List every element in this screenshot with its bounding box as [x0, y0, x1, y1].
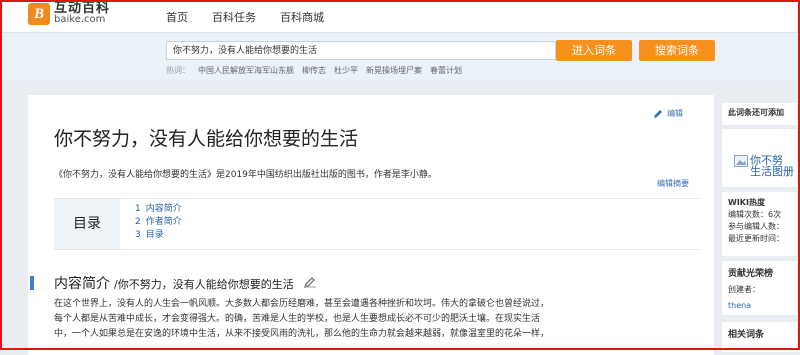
- site-logo[interactable]: B 互动百科 baike.com: [28, 1, 111, 25]
- nav-mall[interactable]: 百科商城: [280, 9, 324, 25]
- toc-item[interactable]: 2 作者简介: [135, 216, 182, 229]
- body-line: 在这个世界上，没有人的人生会一帆风顺。大多数人都会历经磨难，甚至会遭遇各种挫折和…: [54, 299, 550, 309]
- wiki-stat: 参与编辑人数：: [728, 222, 784, 231]
- table-of-contents: 目录 1 内容简介 2 作者简介 3 目录: [54, 198, 699, 250]
- hot-term[interactable]: 柳传志: [302, 65, 326, 76]
- enter-entry-button[interactable]: 进入词条: [556, 40, 632, 61]
- add-hint-box: 此词条还可添加: [722, 103, 800, 125]
- creator-label: 创建者：: [728, 285, 760, 294]
- image-icon: [734, 155, 748, 167]
- logo-domain: baike.com: [54, 14, 106, 25]
- gallery-link[interactable]: 生活图册: [750, 166, 794, 177]
- main-nav: 首页 百科任务 百科商城: [166, 9, 324, 25]
- edit-link[interactable]: 编辑: [653, 108, 683, 119]
- search-entry-button[interactable]: 搜索词条: [639, 40, 715, 61]
- toc-item[interactable]: 1 内容简介: [135, 203, 182, 216]
- hot-term[interactable]: 杜少平: [334, 65, 358, 76]
- wiki-stats-heading: WIKI热度: [728, 198, 765, 207]
- search-input[interactable]: 你不努力，没有人能给你想要的生活: [166, 41, 556, 60]
- nav-tasks[interactable]: 百科任务: [212, 9, 256, 25]
- hot-term[interactable]: 新晃操场埋尸案: [366, 65, 422, 76]
- gallery-box: 你不努 生活图册: [722, 129, 800, 187]
- wiki-stat: 编辑次数：6次: [728, 210, 782, 219]
- body-line: 每个人都是从苦难中成长，才会变得强大。的确，苦难是人生的学校，也是人生要想成长必…: [54, 314, 541, 324]
- contributors-box: 贡献光荣榜 创建者： thena: [722, 261, 800, 315]
- edit-label: 编辑: [667, 109, 683, 118]
- hot-terms: 热词： 中国人民解放军海军山东舰 柳传志 杜少平 新晃操场埋尸案 春蕾计划: [166, 65, 462, 76]
- toc-item[interactable]: 3 目录: [135, 229, 182, 242]
- section-title: 内容简介: [54, 276, 110, 292]
- hot-term[interactable]: 中国人民解放军海军山东舰: [198, 65, 294, 76]
- section-body: 在这个世界上，没有人的人生会一帆风顺。大多数人都会历经磨难，甚至会遭遇各种挫折和…: [54, 297, 699, 342]
- top-bar: B 互动百科 baike.com 首页 百科任务 百科商城: [0, 0, 800, 33]
- page-title: 你不努力，没有人能给你想要的生活: [54, 128, 359, 150]
- logo-icon: B: [28, 3, 50, 25]
- edit-summary-link[interactable]: 编辑摘要: [657, 178, 689, 189]
- pencil-icon[interactable]: [303, 276, 316, 288]
- body-line: 中，一个人如果总是在安逸的环境中生活，从来不接受风雨的洗礼，那么他的生命力就会越…: [54, 329, 550, 339]
- section-heading: 内容简介 /你不努力，没有人能给你想要的生活: [54, 273, 316, 293]
- hot-terms-label: 热词：: [166, 66, 190, 75]
- wiki-stats-box: WIKI热度 编辑次数：6次 参与编辑人数： 最近更新时间：: [722, 192, 800, 256]
- section-marker: [30, 276, 34, 290]
- summary-text: 《你不努力，没有人能给你想要的生活》是2019年中国纺织出版社出版的图书，作者是…: [54, 170, 437, 180]
- hot-term[interactable]: 春蕾计划: [430, 65, 462, 76]
- related-entries-heading: 相关词条: [722, 322, 800, 352]
- creator-user[interactable]: thena: [728, 301, 794, 310]
- logo-name: 互动百科: [54, 1, 111, 16]
- contributors-heading: 贡献光荣榜: [728, 269, 774, 279]
- section-subtitle: /你不努力，没有人能给你想要的生活: [114, 278, 294, 291]
- pencil-icon: [654, 109, 662, 118]
- toc-title: 目录: [54, 199, 120, 249]
- nav-home[interactable]: 首页: [166, 9, 188, 25]
- wiki-stat: 最近更新时间：: [728, 234, 784, 243]
